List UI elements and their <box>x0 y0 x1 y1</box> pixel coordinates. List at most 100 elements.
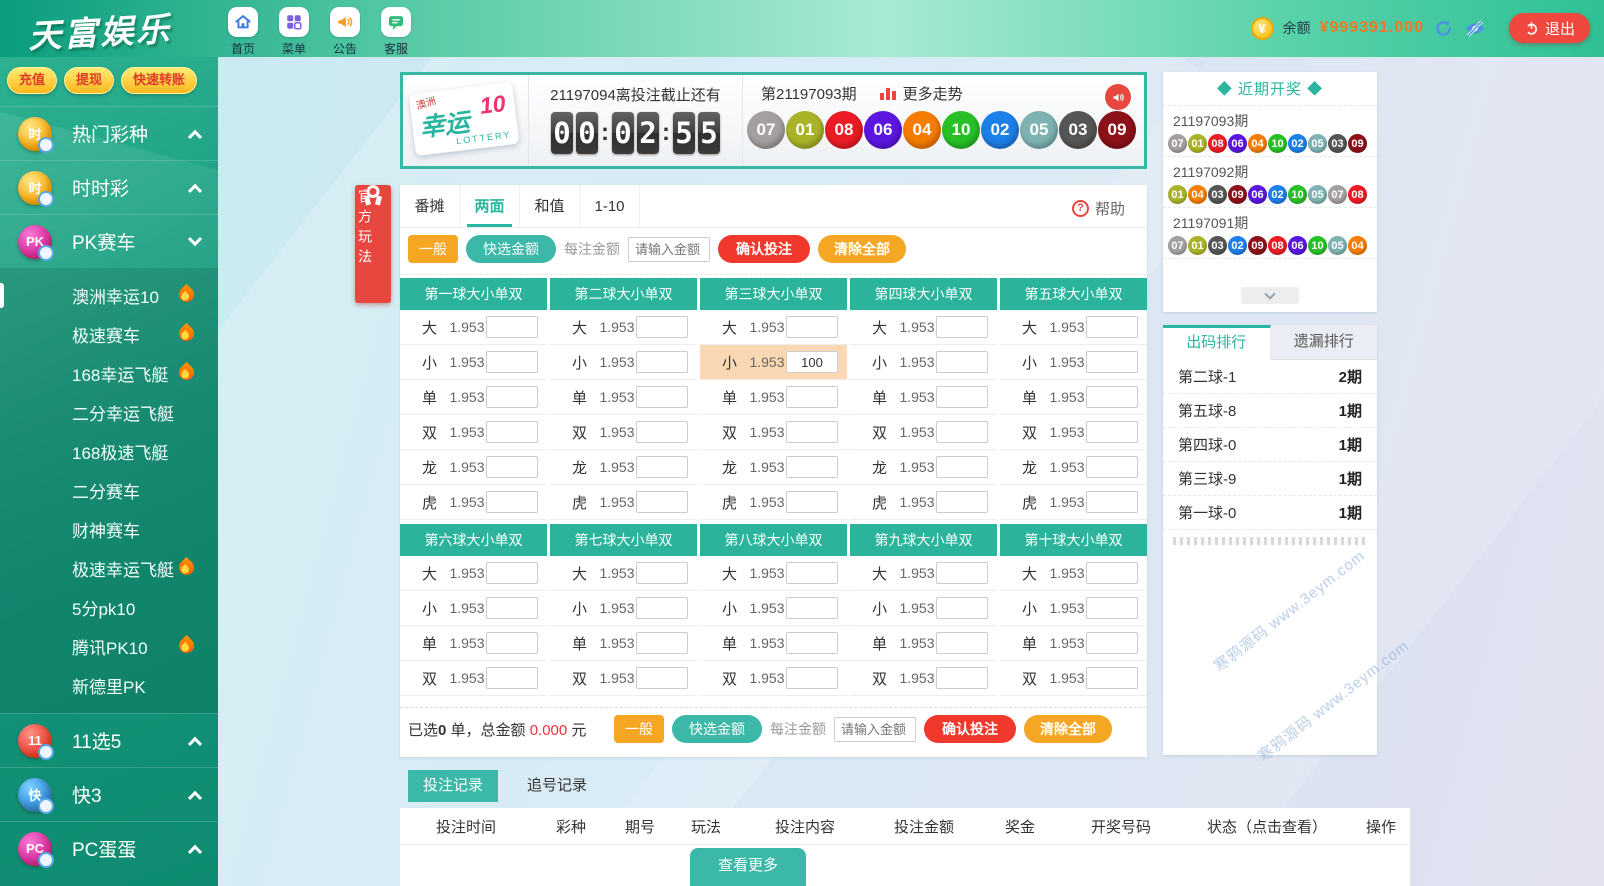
sidebar-category-k3[interactable]: 快 快3 <box>0 767 218 821</box>
hide-balance-eye-icon[interactable] <box>1464 17 1486 39</box>
general-mode-button[interactable]: 一般 <box>408 235 458 263</box>
bet-amount-input[interactable] <box>636 491 688 513</box>
bet-amount-input[interactable] <box>936 597 988 619</box>
bet-amount-input[interactable] <box>936 421 988 443</box>
bet-cell[interactable]: 小1.953 <box>400 591 547 626</box>
bet-amount-input[interactable] <box>1086 421 1138 443</box>
deposit-button[interactable]: 充值 <box>7 67 57 94</box>
bet-amount-input[interactable] <box>486 351 538 373</box>
sidebar-item[interactable]: 腾讯PK10 <box>0 627 218 666</box>
bet-cell[interactable]: 单1.953 <box>850 626 997 661</box>
withdraw-button[interactable]: 提现 <box>64 67 114 94</box>
sidebar-category-ssc[interactable]: 时 时时彩 <box>0 160 218 214</box>
nav-item-home[interactable]: 首页 <box>224 7 262 57</box>
sidebar-item[interactable]: 极速幸运飞艇 <box>0 549 218 588</box>
bet-cell[interactable]: 大1.953 <box>400 310 547 345</box>
sidebar-item[interactable]: 168极速飞艇 <box>0 432 218 471</box>
bet-cell[interactable]: 双1.953 <box>700 415 847 450</box>
sidebar-item[interactable]: 新德里PK <box>0 666 218 705</box>
bet-amount-input[interactable] <box>636 632 688 654</box>
refresh-balance-icon[interactable] <box>1433 17 1455 39</box>
bet-cell[interactable]: 大1.953 <box>550 556 697 591</box>
sidebar-category-pk[interactable]: PK PK赛车 <box>0 214 218 268</box>
bet-amount-input[interactable] <box>786 456 838 478</box>
bet-cell[interactable]: 小1.953 <box>700 591 847 626</box>
bet-cell[interactable]: 小1.953 <box>1000 591 1147 626</box>
bet-amount-input[interactable] <box>936 316 988 338</box>
quick-transfer-button[interactable]: 快速转账 <box>121 67 197 94</box>
bet-amount-input[interactable] <box>786 597 838 619</box>
bet-amount-input[interactable] <box>786 562 838 584</box>
bet-amount-input[interactable] <box>786 667 838 689</box>
general-mode-button[interactable]: 一般 <box>614 715 664 743</box>
bet-amount-input[interactable] <box>486 667 538 689</box>
bet-cell[interactable]: 双1.953 <box>550 661 697 696</box>
bet-amount-input[interactable] <box>636 562 688 584</box>
bet-cell[interactable]: 龙1.953 <box>850 450 997 485</box>
quick-amount-button[interactable]: 快选金额 <box>466 235 556 263</box>
bet-amount-input[interactable] <box>936 562 988 584</box>
bet-amount-input[interactable] <box>936 667 988 689</box>
bet-cell[interactable]: 虎1.953 <box>850 485 997 520</box>
nav-item-announcement[interactable]: 公告 <box>326 7 364 57</box>
tab-bet-records[interactable]: 投注记录 <box>408 770 498 802</box>
tab-two-sides[interactable]: 两面 <box>460 185 520 227</box>
sidebar-item[interactable]: 极速赛车 <box>0 315 218 354</box>
sidebar-item[interactable]: 二分幸运飞艇 <box>0 393 218 432</box>
bet-amount-input[interactable] <box>636 386 688 408</box>
bet-amount-input[interactable] <box>936 491 988 513</box>
bet-cell[interactable]: 虎1.953 <box>400 485 547 520</box>
bet-cell[interactable]: 单1.953 <box>400 626 547 661</box>
bet-amount-input[interactable] <box>486 632 538 654</box>
bet-cell[interactable]: 双1.953 <box>550 415 697 450</box>
bet-cell[interactable]: 单1.953 <box>850 380 997 415</box>
per-bet-amount-input[interactable] <box>834 717 916 742</box>
sidebar-item[interactable]: 168幸运飞艇 <box>0 354 218 393</box>
bet-amount-input[interactable] <box>786 421 838 443</box>
bet-cell[interactable]: 单1.953 <box>1000 626 1147 661</box>
bet-cell[interactable]: 双1.953 <box>850 415 997 450</box>
bet-cell[interactable]: 大1.953 <box>700 310 847 345</box>
bet-cell[interactable]: 小1.953 <box>550 345 697 380</box>
bet-cell[interactable]: 虎1.953 <box>700 485 847 520</box>
bet-cell[interactable]: 大1.953 <box>850 556 997 591</box>
bet-cell[interactable]: 龙1.953 <box>550 450 697 485</box>
bet-cell[interactable]: 龙1.953 <box>400 450 547 485</box>
bet-cell[interactable]: 大1.953 <box>850 310 997 345</box>
expand-recent-button[interactable] <box>1241 287 1299 304</box>
sidebar-item[interactable]: 二分赛车 <box>0 471 218 510</box>
bet-cell[interactable]: 小1.953 <box>550 591 697 626</box>
bet-cell[interactable]: 小1.953 <box>1000 345 1147 380</box>
bet-cell[interactable]: 大1.953 <box>550 310 697 345</box>
nav-item-menu[interactable]: 菜单 <box>275 7 313 57</box>
bet-amount-input[interactable] <box>1086 597 1138 619</box>
nav-item-service[interactable]: 客服 <box>377 7 415 57</box>
bet-cell[interactable]: 虎1.953 <box>1000 485 1147 520</box>
bet-cell[interactable]: 单1.953 <box>400 380 547 415</box>
bet-cell[interactable]: 小1.953 <box>700 345 847 380</box>
confirm-bet-button[interactable]: 确认投注 <box>924 715 1016 743</box>
bet-cell[interactable]: 小1.953 <box>850 345 997 380</box>
sidebar-item[interactable]: 财神赛车 <box>0 510 218 549</box>
bet-amount-input[interactable] <box>486 456 538 478</box>
tab-1-10[interactable]: 1-10 <box>580 185 640 227</box>
bet-amount-input[interactable] <box>1086 316 1138 338</box>
bet-cell[interactable]: 单1.953 <box>550 626 697 661</box>
bet-amount-input[interactable] <box>636 316 688 338</box>
bet-amount-input[interactable] <box>486 491 538 513</box>
bet-cell[interactable]: 虎1.953 <box>550 485 697 520</box>
tab-number-rank[interactable]: 出码排行 <box>1163 325 1271 360</box>
tab-missing-rank[interactable]: 遗漏排行 <box>1271 325 1378 360</box>
bet-cell[interactable]: 龙1.953 <box>1000 450 1147 485</box>
bet-cell[interactable]: 小1.953 <box>850 591 997 626</box>
bet-cell[interactable]: 双1.953 <box>700 661 847 696</box>
bet-amount-input[interactable] <box>636 351 688 373</box>
view-more-button[interactable]: 查看更多 <box>690 848 806 886</box>
bet-amount-input[interactable] <box>486 421 538 443</box>
bet-amount-input[interactable] <box>636 456 688 478</box>
bet-amount-input[interactable] <box>1086 667 1138 689</box>
tab-chase-records[interactable]: 追号记录 <box>512 770 602 802</box>
bet-cell[interactable]: 大1.953 <box>700 556 847 591</box>
official-play-ribbon[interactable]: 官方玩法 <box>355 185 391 303</box>
bet-amount-input[interactable] <box>636 667 688 689</box>
